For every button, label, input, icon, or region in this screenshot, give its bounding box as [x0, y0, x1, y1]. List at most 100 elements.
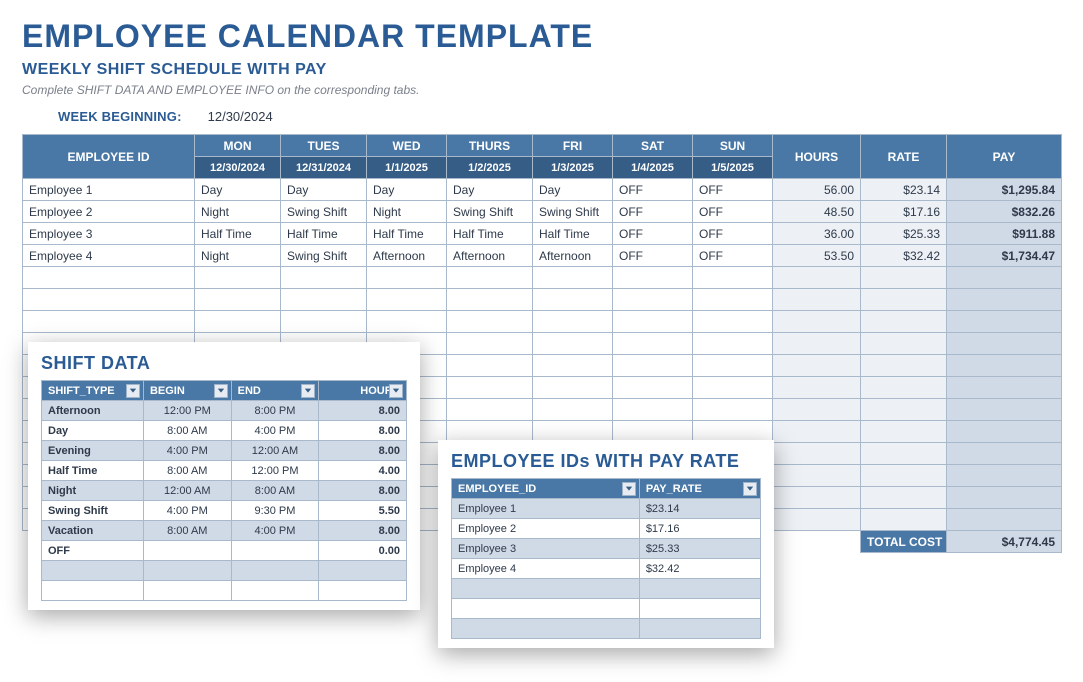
- shift-type-cell[interactable]: Night: [42, 481, 144, 501]
- filter-icon[interactable]: [389, 384, 403, 398]
- empty-cell[interactable]: [773, 377, 861, 399]
- empty-cell[interactable]: [773, 443, 861, 465]
- employee-cell[interactable]: Employee 2: [23, 201, 195, 223]
- emp-rate-cell[interactable]: $32.42: [639, 559, 760, 579]
- shift-cell[interactable]: Afternoon: [533, 245, 613, 267]
- shift-begin-cell[interactable]: 8:00 AM: [143, 421, 231, 441]
- empty-cell[interactable]: [947, 399, 1062, 421]
- empty-cell[interactable]: [613, 377, 693, 399]
- shift-cell[interactable]: Day: [447, 179, 533, 201]
- shift-hours-cell[interactable]: 8.00: [319, 521, 407, 541]
- shift-hours-cell[interactable]: 4.00: [319, 461, 407, 481]
- shift-cell[interactable]: Afternoon: [367, 245, 447, 267]
- empty-cell[interactable]: [281, 289, 367, 311]
- employee-cell[interactable]: Employee 1: [23, 179, 195, 201]
- shift-cell[interactable]: Night: [195, 201, 281, 223]
- shift-cell[interactable]: OFF: [613, 223, 693, 245]
- empty-cell[interactable]: [231, 581, 319, 601]
- empty-cell[interactable]: [861, 267, 947, 289]
- empty-cell[interactable]: [861, 355, 947, 377]
- emp-id-cell[interactable]: Employee 4: [452, 559, 640, 579]
- empty-cell[interactable]: [947, 465, 1062, 487]
- empty-cell[interactable]: [947, 311, 1062, 333]
- empty-cell[interactable]: [447, 399, 533, 421]
- empty-cell[interactable]: [319, 581, 407, 601]
- empty-cell[interactable]: [613, 289, 693, 311]
- emp-id-cell[interactable]: Employee 2: [452, 519, 640, 539]
- shift-hours-cell[interactable]: 5.50: [319, 501, 407, 521]
- empty-cell[interactable]: [693, 399, 773, 421]
- empty-cell[interactable]: [947, 421, 1062, 443]
- shift-cell[interactable]: Half Time: [195, 223, 281, 245]
- empty-cell[interactable]: [447, 377, 533, 399]
- empty-cell[interactable]: [613, 267, 693, 289]
- shift-cell[interactable]: Day: [367, 179, 447, 201]
- empty-cell[interactable]: [367, 289, 447, 311]
- empty-cell[interactable]: [773, 487, 861, 509]
- empty-cell[interactable]: [947, 509, 1062, 531]
- empty-cell[interactable]: [447, 333, 533, 355]
- shift-begin-cell[interactable]: 8:00 AM: [143, 461, 231, 481]
- empty-cell[interactable]: [195, 289, 281, 311]
- empty-cell[interactable]: [23, 289, 195, 311]
- shift-hours-cell[interactable]: 8.00: [319, 441, 407, 461]
- empty-cell[interactable]: [42, 581, 144, 601]
- empty-cell[interactable]: [23, 311, 195, 333]
- empty-cell[interactable]: [861, 377, 947, 399]
- shift-end-cell[interactable]: 4:00 PM: [231, 421, 319, 441]
- shift-cell[interactable]: Swing Shift: [533, 201, 613, 223]
- empty-cell[interactable]: [452, 579, 640, 599]
- empty-cell[interactable]: [533, 377, 613, 399]
- empty-cell[interactable]: [143, 561, 231, 581]
- shift-hours-cell[interactable]: 8.00: [319, 401, 407, 421]
- empty-cell[interactable]: [861, 443, 947, 465]
- shift-cell[interactable]: OFF: [693, 179, 773, 201]
- empty-cell[interactable]: [861, 509, 947, 531]
- empty-cell[interactable]: [947, 443, 1062, 465]
- shift-begin-cell[interactable]: 12:00 PM: [143, 401, 231, 421]
- shift-begin-cell[interactable]: 12:00 AM: [143, 481, 231, 501]
- empty-cell[interactable]: [447, 311, 533, 333]
- empty-cell[interactable]: [773, 333, 861, 355]
- empty-cell[interactable]: [639, 619, 760, 639]
- empty-cell[interactable]: [773, 465, 861, 487]
- shift-type-cell[interactable]: Swing Shift: [42, 501, 144, 521]
- shift-end-cell[interactable]: [231, 541, 319, 561]
- empty-cell[interactable]: [367, 267, 447, 289]
- filter-icon[interactable]: [126, 384, 140, 398]
- shift-cell[interactable]: Day: [195, 179, 281, 201]
- empty-cell[interactable]: [861, 421, 947, 443]
- shift-cell[interactable]: OFF: [613, 179, 693, 201]
- empty-cell[interactable]: [773, 509, 861, 531]
- emp-rate-cell[interactable]: $25.33: [639, 539, 760, 559]
- empty-cell[interactable]: [773, 289, 861, 311]
- empty-cell[interactable]: [861, 487, 947, 509]
- shift-cell[interactable]: Half Time: [281, 223, 367, 245]
- empty-cell[interactable]: [42, 561, 144, 581]
- empty-cell[interactable]: [195, 311, 281, 333]
- shift-end-cell[interactable]: 4:00 PM: [231, 521, 319, 541]
- empty-cell[interactable]: [613, 399, 693, 421]
- shift-cell[interactable]: OFF: [693, 245, 773, 267]
- empty-cell[interactable]: [861, 311, 947, 333]
- empty-cell[interactable]: [693, 311, 773, 333]
- shift-begin-cell[interactable]: [143, 541, 231, 561]
- shift-cell[interactable]: Swing Shift: [281, 245, 367, 267]
- empty-cell[interactable]: [447, 289, 533, 311]
- empty-cell[interactable]: [693, 355, 773, 377]
- filter-icon[interactable]: [301, 384, 315, 398]
- empty-cell[interactable]: [319, 561, 407, 581]
- empty-cell[interactable]: [533, 333, 613, 355]
- empty-cell[interactable]: [947, 377, 1062, 399]
- emp-rate-cell[interactable]: $23.14: [639, 499, 760, 519]
- shift-end-cell[interactable]: 8:00 PM: [231, 401, 319, 421]
- empty-cell[interactable]: [693, 333, 773, 355]
- empty-cell[interactable]: [195, 267, 281, 289]
- empty-cell[interactable]: [947, 333, 1062, 355]
- empty-cell[interactable]: [861, 399, 947, 421]
- empty-cell[interactable]: [533, 267, 613, 289]
- empty-cell[interactable]: [613, 333, 693, 355]
- empty-cell[interactable]: [861, 465, 947, 487]
- shift-hours-cell[interactable]: 0.00: [319, 541, 407, 561]
- shift-cell[interactable]: Day: [533, 179, 613, 201]
